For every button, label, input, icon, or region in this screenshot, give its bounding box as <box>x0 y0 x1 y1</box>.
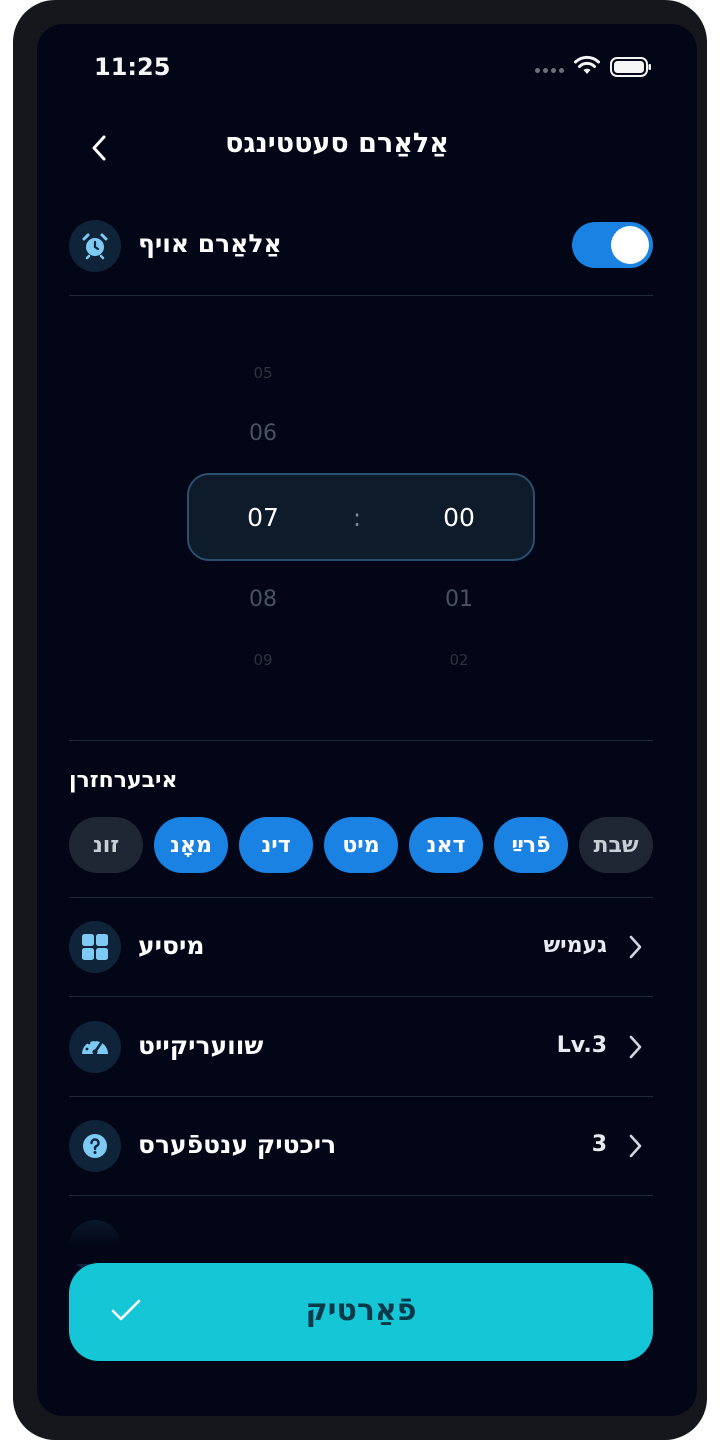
minute-option[interactable]: 02 <box>419 651 499 669</box>
mission-label: מיסיע <box>138 931 205 960</box>
day-chip-tuesday[interactable]: דינ <box>239 817 313 873</box>
device-frame: 11:25 אַלאַרם סעטטינגס אַלאַרם אויף 05 0… <box>13 0 707 1440</box>
hour-option[interactable]: 06 <box>223 421 303 446</box>
selected-minute[interactable]: 00 <box>419 503 499 532</box>
divider <box>69 897 653 898</box>
divider <box>69 1096 653 1097</box>
done-button[interactable]: פֿאַרטיק <box>69 1263 653 1361</box>
app-screen: 11:25 אַלאַרם סעטטינגס אַלאַרם אויף 05 0… <box>37 24 697 1416</box>
hour-option[interactable]: 09 <box>223 651 303 669</box>
back-button[interactable] <box>81 130 117 166</box>
chevron-left-icon <box>92 135 106 161</box>
question-icon <box>69 1120 121 1172</box>
alarm-toggle[interactable] <box>572 222 653 268</box>
chevron-right-icon <box>629 1134 642 1158</box>
mission-value: געמיש <box>543 933 607 958</box>
time-separator: : <box>353 504 362 532</box>
day-chip-monday[interactable]: מאָנ <box>154 817 228 873</box>
toggle-knob <box>611 226 649 264</box>
hour-option[interactable]: 08 <box>223 587 303 612</box>
difficulty-value: Lv.3 <box>556 1033 607 1058</box>
chevron-right-icon <box>629 1035 642 1059</box>
signal-dots-icon <box>535 68 564 73</box>
status-time: 11:25 <box>94 53 171 81</box>
alarm-clock-icon <box>69 220 121 272</box>
correct-answers-value: 3 <box>591 1132 607 1157</box>
hour-option[interactable]: 05 <box>223 364 303 382</box>
minute-option[interactable]: 01 <box>419 587 499 612</box>
day-chip-wednesday[interactable]: מיט <box>324 817 398 873</box>
day-chip-thursday[interactable]: דאנ <box>409 817 483 873</box>
alarm-on-label: אַלאַרם אויף <box>138 229 282 258</box>
time-picker-selection: 07 : 00 <box>187 473 535 561</box>
repeat-label: איבערחזרן <box>69 768 178 793</box>
battery-icon <box>610 57 651 77</box>
correct-answers-label: ריכטיק ענטפֿערס <box>138 1130 337 1159</box>
divider <box>69 1195 653 1196</box>
day-chip-shabbat[interactable]: שבת <box>579 817 653 873</box>
divider <box>69 295 653 296</box>
selected-hour[interactable]: 07 <box>223 503 303 532</box>
chevron-right-icon <box>629 935 642 959</box>
speedometer-icon <box>69 1021 121 1073</box>
day-chip-sunday[interactable]: זונ <box>69 817 143 873</box>
scroll-fade <box>37 1204 697 1264</box>
done-button-label: פֿאַרטיק <box>305 1293 417 1328</box>
day-chip-friday[interactable]: פֿרײַ <box>494 817 568 873</box>
divider <box>69 996 653 997</box>
difficulty-label: שוועריקייט <box>138 1031 264 1060</box>
wifi-icon <box>574 55 600 74</box>
page-title: אַלאַרם סעטטינגס <box>225 128 449 159</box>
grid-icon <box>69 921 121 973</box>
divider <box>69 740 653 741</box>
